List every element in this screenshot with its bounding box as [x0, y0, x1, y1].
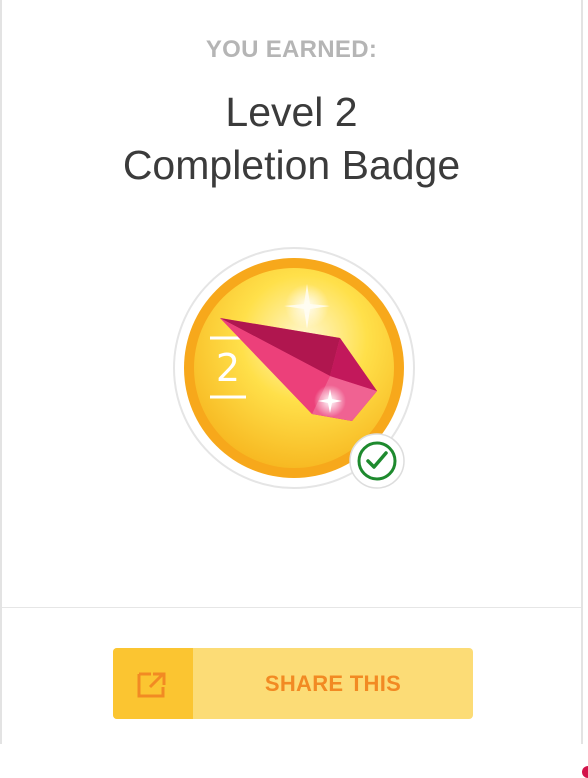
share-icon-box [113, 648, 193, 719]
badge-title: Level 2 Completion Badge [2, 86, 581, 192]
badge-medal-graphic: 2 [172, 246, 418, 492]
share-button[interactable]: SHARE THIS [113, 648, 473, 719]
share-external-icon [136, 669, 170, 699]
badge-title-line-1: Level 2 [2, 86, 581, 139]
badge-medal: 2 [172, 246, 418, 492]
share-label: SHARE THIS [193, 648, 473, 719]
badge-card: YOU EARNED: Level 2 Completion Badge [0, 0, 583, 744]
completed-check-badge [350, 434, 404, 488]
divider [2, 607, 581, 608]
badge-title-line-2: Completion Badge [2, 139, 581, 192]
level-number: 2 [216, 346, 240, 390]
corner-mark [582, 766, 588, 778]
you-earned-label: YOU EARNED: [2, 36, 581, 64]
